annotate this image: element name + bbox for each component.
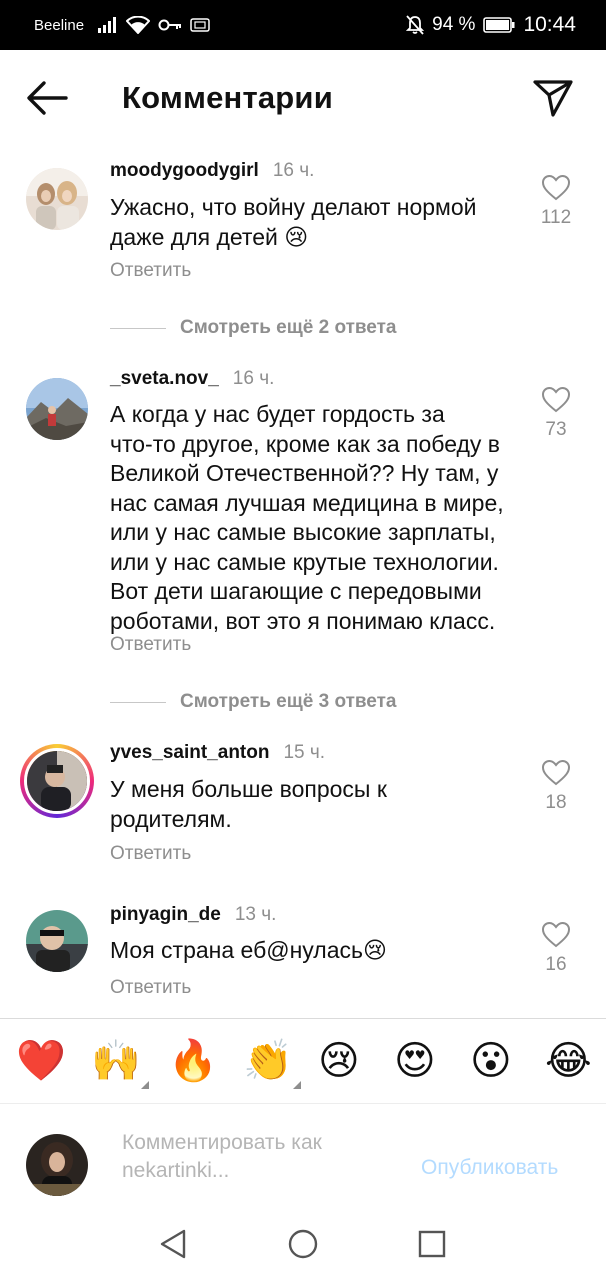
comment-username[interactable]: _sveta.nov_: [110, 368, 219, 390]
header: Комментарии: [0, 50, 606, 146]
reply-button[interactable]: Ответить: [110, 977, 191, 999]
comment-text: У меня больше вопросы к родителям.: [110, 775, 520, 834]
emoji-quick-bar: ❤️ 🙌 🔥 👏 😢 😍 😮 😂: [0, 1018, 606, 1104]
comment-line: Моя страна еб@нулась😢: [110, 937, 387, 963]
comment-line: Вот дети шагающие с передовыми: [110, 578, 482, 604]
view-more-replies-label: Смотреть ещё 3 ответа: [180, 691, 397, 712]
emoji-heart[interactable]: ❤️: [16, 1037, 66, 1085]
comment-header: pinyagin_de 13 ч.: [110, 904, 276, 926]
comment-text: А когда у нас будет гордость за что-то д…: [110, 400, 520, 636]
like-button[interactable]: 16: [528, 921, 584, 976]
wifi-icon: [126, 16, 151, 34]
arrow-left-icon: [27, 81, 68, 115]
reply-button[interactable]: Ответить: [110, 260, 191, 282]
comment-line: нас самая лучшая медицина в мире,: [110, 489, 504, 516]
avatar-with-story-ring[interactable]: [20, 744, 94, 818]
comment-line: А когда у нас будет гордость за: [110, 401, 445, 427]
reply-button[interactable]: Ответить: [110, 634, 191, 656]
comment-input-placeholder: Комментировать как: [122, 1131, 322, 1154]
comment-line: что-то другое, кроме как за победу в: [110, 430, 501, 457]
current-user-avatar: [26, 1134, 88, 1196]
emoji-crying-face[interactable]: 😢: [318, 1037, 360, 1085]
nav-recents-button[interactable]: [418, 1228, 446, 1265]
square-recents-icon: [418, 1230, 446, 1258]
skin-tone-indicator-icon: [292, 1081, 301, 1089]
page-title: Комментарии: [122, 80, 333, 115]
back-button[interactable]: [26, 80, 68, 116]
mute-bell-icon: [406, 15, 425, 35]
like-count: 73: [545, 419, 567, 440]
comment-line: или у нас самые крутые технологии.: [110, 548, 499, 575]
battery-icon: [483, 17, 515, 33]
emoji-clapping-hands[interactable]: 👏: [243, 1037, 301, 1089]
clock: 10:44: [523, 13, 576, 36]
like-button[interactable]: 18: [528, 759, 584, 814]
key-icon: [158, 18, 182, 32]
comment-username[interactable]: moodygoodygirl: [110, 160, 259, 182]
heart-icon: [541, 921, 571, 948]
comment-line: Ужасно, что войну делают нормой: [110, 194, 477, 220]
comment-time: 16 ч.: [272, 160, 315, 181]
share-button[interactable]: [532, 78, 574, 118]
emoji-raised-hands-glyph: 🙌: [91, 1039, 141, 1083]
system-navigation-bar: [0, 1208, 606, 1280]
comment-line: У меня больше вопросы к: [110, 776, 387, 802]
comment-input-placeholder: nekartinki...: [122, 1159, 230, 1182]
comment-time: 13 ч.: [234, 904, 277, 925]
signal-icon: [98, 17, 118, 33]
divider: [110, 701, 166, 703]
like-count: 112: [540, 207, 572, 228]
carrier-label: Beeline: [34, 16, 85, 34]
circle-home-icon: [288, 1229, 318, 1259]
comment-composer: Комментировать как nekartinki... Опублик…: [0, 1104, 606, 1208]
comment-text: Ужасно, что войну делают нормой даже для…: [110, 193, 520, 252]
emoji-heart-eyes[interactable]: 😍: [394, 1037, 436, 1085]
comment-username[interactable]: yves_saint_anton: [110, 742, 269, 764]
view-more-replies-button[interactable]: Смотреть ещё 2 ответа: [110, 317, 397, 339]
heart-icon: [541, 386, 571, 413]
like-button[interactable]: 112: [528, 174, 584, 229]
like-button[interactable]: 73: [528, 386, 584, 441]
comment-line: даже для детей 😢: [110, 223, 309, 250]
comment-header: _sveta.nov_ 16 ч.: [110, 368, 274, 390]
view-more-replies-button[interactable]: Смотреть ещё 3 ответа: [110, 691, 397, 713]
nav-back-button[interactable]: [158, 1228, 188, 1265]
comment-header: moodygoodygirl 16 ч.: [110, 160, 314, 182]
publish-button[interactable]: Опубликовать: [421, 1156, 558, 1180]
avatar[interactable]: [26, 378, 88, 440]
comment-time: 16 ч.: [232, 368, 275, 389]
divider: [110, 327, 166, 329]
nav-home-button[interactable]: [287, 1228, 319, 1265]
battery-percent: 94 %: [432, 14, 476, 35]
status-bar: Beeline 94 % 10:44: [0, 0, 606, 50]
triangle-back-icon: [160, 1229, 186, 1259]
nfc-icon: [190, 18, 210, 32]
comment-line: роботами, вот это я понимаю класс.: [110, 607, 496, 634]
avatar[interactable]: [26, 168, 88, 230]
like-count: 16: [545, 954, 567, 975]
heart-icon: [541, 759, 571, 786]
like-count: 18: [545, 792, 567, 813]
comment-line: Великой Отечественной?? Ну там, у: [110, 460, 499, 486]
avatar[interactable]: [26, 910, 88, 972]
emoji-raised-hands[interactable]: 🙌: [91, 1037, 149, 1089]
comment-header: yves_saint_anton 15 ч.: [110, 742, 325, 764]
emoji-tears-of-joy[interactable]: 😂: [545, 1037, 592, 1085]
comment-line: родителям.: [110, 805, 232, 832]
comment-input[interactable]: Комментировать как nekartinki...: [122, 1129, 392, 1185]
comment-line: или у нас самые высокие зарплаты,: [110, 519, 496, 545]
comment-text: Моя страна еб@нулась😢: [110, 936, 520, 966]
paper-plane-icon: [533, 80, 573, 117]
emoji-clapping-hands-glyph: 👏: [243, 1039, 293, 1083]
emoji-fire[interactable]: 🔥: [168, 1037, 218, 1085]
heart-icon: [541, 174, 571, 201]
emoji-astonished[interactable]: 😮: [470, 1037, 512, 1085]
reply-button[interactable]: Ответить: [110, 843, 191, 865]
skin-tone-indicator-icon: [140, 1081, 149, 1089]
view-more-replies-label: Смотреть ещё 2 ответа: [180, 317, 397, 338]
comment-time: 15 ч.: [283, 742, 326, 763]
comment-username[interactable]: pinyagin_de: [110, 904, 221, 926]
